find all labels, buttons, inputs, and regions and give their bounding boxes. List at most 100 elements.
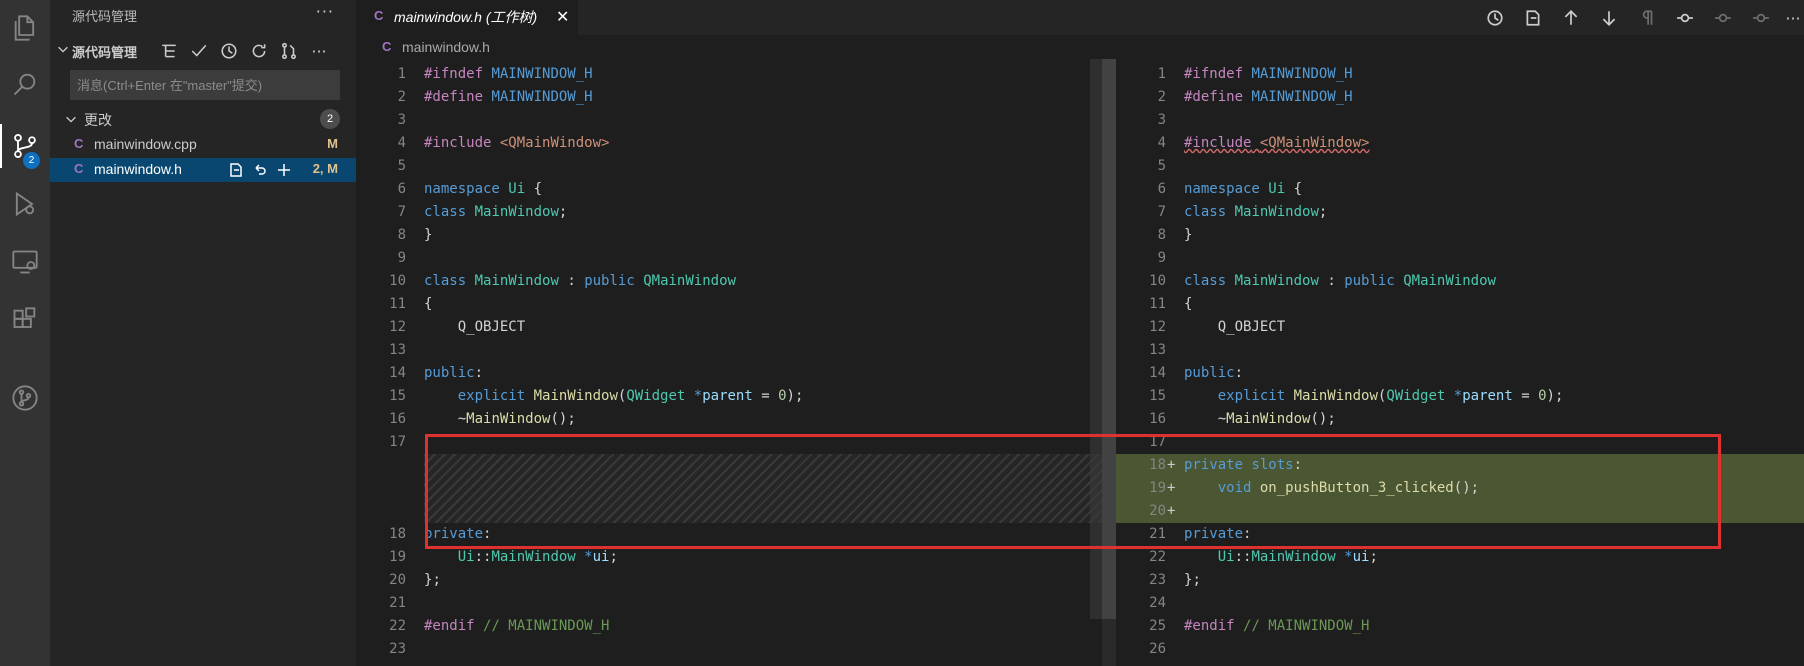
code-line[interactable]: 4 #include <QMainWindow> bbox=[1116, 132, 1804, 155]
line-number: 16 bbox=[389, 411, 406, 427]
code-line[interactable]: 7 class MainWindow; bbox=[356, 201, 1102, 224]
explorer-icon[interactable] bbox=[0, 0, 50, 56]
code-line[interactable]: 17 bbox=[1116, 431, 1804, 454]
code-line[interactable]: 13 bbox=[356, 339, 1102, 362]
code-line[interactable]: 22 Ui::MainWindow *ui; bbox=[1116, 546, 1804, 569]
previous-commit-icon[interactable] bbox=[1710, 5, 1736, 31]
file-name: mainwindow.cpp bbox=[94, 136, 197, 152]
stage-changes-icon[interactable] bbox=[274, 160, 294, 180]
code-line[interactable]: 18 private: bbox=[356, 523, 1102, 546]
search-icon[interactable] bbox=[0, 56, 50, 112]
code-line[interactable]: 20}; bbox=[356, 569, 1102, 592]
scm-section-header[interactable]: 源代码管理 ··· bbox=[50, 38, 356, 64]
code-line[interactable]: 8} bbox=[1116, 224, 1804, 247]
file-status: 2, M bbox=[312, 161, 338, 176]
code-line[interactable]: 10 class MainWindow : public QMainWindow bbox=[356, 270, 1102, 293]
line-number: 16 bbox=[1149, 411, 1166, 427]
next-commit-icon[interactable] bbox=[1748, 5, 1774, 31]
code-line[interactable]: 12 Q_OBJECT bbox=[1116, 316, 1804, 339]
commit-node-icon[interactable] bbox=[1672, 5, 1698, 31]
tab-mainwindow-h[interactable]: C mainwindow.h (工作树) ✕ bbox=[356, 0, 578, 35]
code-line[interactable]: 21 private: bbox=[1116, 523, 1804, 546]
code-line[interactable]: 23 bbox=[356, 638, 1102, 661]
code-line[interactable]: 9 bbox=[1116, 247, 1804, 270]
code-line[interactable]: 26 bbox=[1116, 638, 1804, 661]
commit-message-input[interactable] bbox=[70, 70, 340, 100]
changes-group-header[interactable]: 更改 2 bbox=[50, 108, 356, 130]
history-icon[interactable] bbox=[218, 40, 240, 62]
code-line[interactable]: 6 namespace Ui { bbox=[1116, 178, 1804, 201]
added-code-line[interactable]: 18+private slots:You, seconds ago • Unco… bbox=[1116, 454, 1804, 477]
next-change-icon[interactable] bbox=[1596, 5, 1622, 31]
line-number: 1 bbox=[1157, 66, 1166, 82]
code-line[interactable]: 25 #endif // MAINWINDOW_H bbox=[1116, 615, 1804, 638]
discard-changes-icon[interactable] bbox=[250, 160, 270, 180]
code-line[interactable]: 13 bbox=[1116, 339, 1804, 362]
code-line[interactable]: 16 ~MainWindow(); bbox=[1116, 408, 1804, 431]
code-line[interactable]: 5 bbox=[1116, 155, 1804, 178]
commit-check-icon[interactable] bbox=[188, 40, 210, 62]
code-line[interactable]: 8} bbox=[356, 224, 1102, 247]
code-text: #ifndef MAINWINDOW_H bbox=[1184, 66, 1353, 82]
code-line[interactable]: 15 explicit MainWindow(QWidget *parent =… bbox=[1116, 385, 1804, 408]
header-file-icon: C bbox=[74, 161, 84, 176]
code-line[interactable]: 24 bbox=[1116, 592, 1804, 615]
whitespace-toggle-icon[interactable] bbox=[1634, 5, 1660, 31]
code-line[interactable]: 7 class MainWindow; bbox=[1116, 201, 1804, 224]
breadcrumb-file[interactable]: mainwindow.h bbox=[402, 39, 490, 55]
close-icon[interactable]: ✕ bbox=[556, 7, 569, 26]
code-line[interactable]: 22 #endif // MAINWINDOW_H bbox=[356, 615, 1102, 638]
git-graph-icon[interactable] bbox=[0, 370, 50, 426]
code-line[interactable]: 21 bbox=[356, 592, 1102, 615]
diff-modified-pane[interactable]: 1 #ifndef MAINWINDOW_H 2 #define MAINWINDOW… bbox=[1116, 59, 1804, 666]
previous-change-icon[interactable] bbox=[1558, 5, 1584, 31]
line-number: 18 bbox=[1149, 457, 1166, 473]
changed-file-row-selected[interactable]: C mainwindow.h 2, M bbox=[50, 158, 356, 182]
code-line[interactable]: 3 bbox=[356, 109, 1102, 132]
code-line[interactable]: 1 #ifndef MAINWINDOW_H bbox=[1116, 63, 1804, 86]
code-line[interactable]: 10 class MainWindow : public QMainWindow bbox=[1116, 270, 1804, 293]
open-file-icon[interactable] bbox=[226, 160, 246, 180]
refresh-icon[interactable] bbox=[248, 40, 270, 62]
source-control-icon[interactable]: 2 bbox=[0, 118, 50, 174]
editor-more-button[interactable]: ··· bbox=[1780, 5, 1804, 31]
code-text: namespace Ui { bbox=[424, 181, 543, 197]
activity-bar: 2 bbox=[0, 0, 50, 666]
code-line[interactable]: 4 #include <QMainWindow> bbox=[356, 132, 1102, 155]
code-line[interactable]: 15 explicit MainWindow(QWidget *parent =… bbox=[356, 385, 1102, 408]
file-history-icon[interactable] bbox=[1482, 5, 1508, 31]
code-line[interactable]: 12 Q_OBJECT bbox=[356, 316, 1102, 339]
code-line[interactable]: 11 { bbox=[1116, 293, 1804, 316]
code-line[interactable]: 5 bbox=[356, 155, 1102, 178]
code-line[interactable]: 9 bbox=[356, 247, 1102, 270]
diff-original-pane[interactable]: 1 #ifndef MAINWINDOW_H 2 #define MAINWINDOW… bbox=[356, 59, 1102, 666]
added-code-line[interactable]: 19 + void on_pushButton_3_clicked(); bbox=[1116, 477, 1804, 500]
open-file-icon[interactable] bbox=[1520, 5, 1546, 31]
code-line[interactable]: 19 Ui::MainWindow *ui; bbox=[356, 546, 1102, 569]
code-line[interactable]: 6 namespace Ui { bbox=[356, 178, 1102, 201]
line-number: 5 bbox=[1157, 158, 1166, 174]
code-line[interactable]: 16 ~MainWindow(); bbox=[356, 408, 1102, 431]
code-line[interactable]: 2 #define MAINWINDOW_H bbox=[1116, 86, 1804, 109]
code-line[interactable]: 11 { bbox=[356, 293, 1102, 316]
code-line[interactable]: 3 bbox=[1116, 109, 1804, 132]
changed-file-row[interactable]: C mainwindow.cpp M bbox=[50, 133, 356, 157]
line-number: 6 bbox=[397, 181, 406, 197]
left-scrollbar[interactable] bbox=[1090, 59, 1102, 619]
diff-overview-ruler[interactable] bbox=[1102, 59, 1116, 666]
remote-explorer-icon[interactable] bbox=[0, 234, 50, 290]
added-code-line[interactable]: 20 + bbox=[1116, 500, 1804, 523]
extensions-icon[interactable] bbox=[0, 292, 50, 348]
sidebar-more-button[interactable]: ··· bbox=[316, 2, 334, 21]
branch-compare-icon[interactable] bbox=[278, 40, 300, 62]
run-debug-icon[interactable] bbox=[0, 176, 50, 232]
code-line[interactable]: 1 #ifndef MAINWINDOW_H bbox=[356, 63, 1102, 86]
breadcrumb: C mainwindow.h bbox=[356, 35, 1804, 59]
scm-more-button[interactable]: ··· bbox=[308, 40, 330, 62]
code-line[interactable]: 23}; bbox=[1116, 569, 1804, 592]
code-line[interactable]: 2 #define MAINWINDOW_H bbox=[356, 86, 1102, 109]
code-line[interactable]: 14 public: bbox=[356, 362, 1102, 385]
code-line[interactable]: 17 bbox=[356, 431, 1102, 454]
code-line[interactable]: 14 public: bbox=[1116, 362, 1804, 385]
view-as-tree-icon[interactable] bbox=[158, 40, 180, 62]
